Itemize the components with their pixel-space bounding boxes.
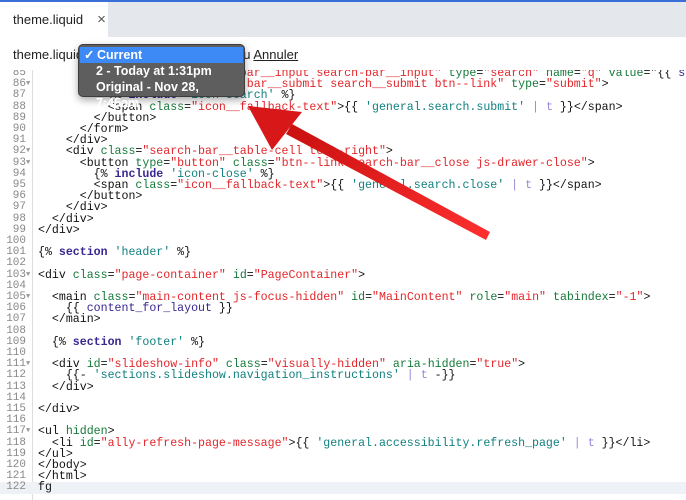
code-text: </main> <box>38 313 101 327</box>
fold-arrow-icon[interactable]: ▼ <box>26 146 30 157</box>
code-line[interactable]: 98 </div> <box>0 213 686 225</box>
line-number: 122 <box>6 481 26 494</box>
line-number: 117 <box>6 425 26 438</box>
fold-arrow-icon[interactable]: ▼ <box>26 158 30 169</box>
fold-arrow-icon[interactable]: ▼ <box>26 426 30 437</box>
code-text: {% section 'footer' %} <box>38 335 206 349</box>
line-number: 107 <box>6 313 26 326</box>
code-text: <li id="ally-refresh-page-message">{{ 'g… <box>38 436 651 450</box>
version-dropdown[interactable]: ✓ Current 2 - Today at 1:31pm Original - … <box>78 44 245 110</box>
code-line[interactable]: 106 {{ content_for_layout }} <box>0 302 686 314</box>
line-number: 112 <box>6 369 26 382</box>
code-line[interactable]: 97 </div> <box>0 201 686 215</box>
file-name: theme.liquid <box>13 47 84 62</box>
code-line[interactable]: 121 </html> <box>0 470 686 482</box>
code-line[interactable]: 99 </div> <box>0 223 686 237</box>
code-line[interactable]: 119 </ul> <box>0 448 686 460</box>
code-line[interactable]: 103 ▼ <div class="page-container" id="Page… <box>0 268 686 282</box>
code-line[interactable]: 109 {% section 'footer' %} <box>0 335 686 349</box>
code-line[interactable]: 112 {{- 'sections.slideshow.navigation_i… <box>0 369 686 383</box>
checkmark-icon: ✓ <box>84 48 95 62</box>
version-option-2[interactable]: 2 - Today at 1:31pm <box>79 63 244 79</box>
version-option-current[interactable]: ✓ Current <box>80 47 243 63</box>
code-text: </div> <box>38 380 94 394</box>
code-line[interactable]: 114 <box>0 392 686 404</box>
tab-label: theme.liquid <box>13 12 84 27</box>
close-icon[interactable]: × <box>97 11 106 28</box>
line-number: 97 <box>12 201 26 214</box>
code-text: {% section 'header' %} <box>38 246 192 260</box>
code-line[interactable]: 101 {% section 'header' %} <box>0 246 686 260</box>
code-text: </div> <box>38 201 108 215</box>
code-line[interactable]: 107 </main> <box>0 313 686 327</box>
fold-arrow-icon[interactable]: ▼ <box>26 79 30 90</box>
fold-arrow-icon[interactable]: ▼ <box>26 270 30 281</box>
line-number: 92 <box>12 145 26 158</box>
version-option-original[interactable]: Original - Nov 28, 7:45am <box>79 79 244 110</box>
cancel-link[interactable]: Annuler <box>253 47 298 62</box>
code-text: fg <box>38 481 52 495</box>
fold-arrow-icon[interactable]: ▼ <box>26 359 30 370</box>
code-line[interactable]: 118 <li id="ally-refresh-page-message">{… <box>0 436 686 450</box>
option-label: 2 - Today at 1:31pm <box>96 64 212 78</box>
fold-arrow-icon[interactable]: ▼ <box>26 292 30 303</box>
tab-bar: theme.liquid × <box>0 0 686 37</box>
tab-theme-liquid[interactable]: theme.liquid × <box>0 2 108 37</box>
code-line[interactable]: 115 </div> <box>0 403 686 416</box>
code-line[interactable]: 122 fg <box>0 481 686 495</box>
code-text: </div> <box>38 223 80 237</box>
code-line[interactable]: 120 </body> <box>0 459 686 471</box>
code-text: <div class="page-container" id="PageCont… <box>38 268 366 282</box>
code-editor[interactable]: 85 <input class="search-bar__input searc… <box>0 70 686 500</box>
header-actions: ou Annuler <box>236 47 298 62</box>
code-text: {{- 'sections.slideshow.navigation_instr… <box>38 369 456 383</box>
line-number: 102 <box>6 257 26 270</box>
code-text: </div> <box>38 403 80 416</box>
option-label: Current <box>97 48 143 62</box>
line-number: 87 <box>12 89 26 102</box>
code-line[interactable]: 113 </div> <box>0 380 686 394</box>
